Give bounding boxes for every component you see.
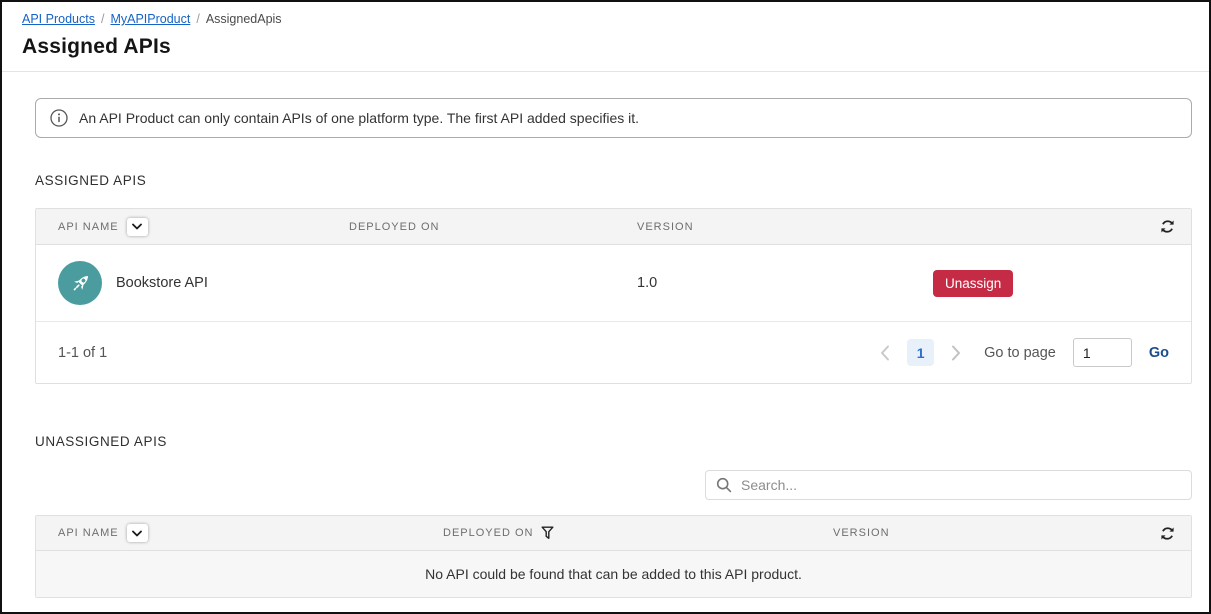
column-header-deployed-on: DEPLOYED ON [443, 526, 833, 540]
unassigned-table-header: API NAME DEPLOYED ON VERSION [36, 516, 1191, 551]
unassign-button[interactable]: Unassign [933, 270, 1013, 297]
page-title: Assigned APIs [22, 35, 1189, 71]
search-icon [716, 477, 732, 493]
page-header: API Products / MyAPIProduct / AssignedAp… [2, 2, 1209, 71]
breadcrumb-link-myapiproduct[interactable]: MyAPIProduct [110, 12, 190, 26]
breadcrumb-separator: / [101, 12, 104, 26]
sort-api-name-button[interactable] [127, 524, 148, 542]
section-title-assigned: ASSIGNED APIS [35, 173, 1192, 188]
next-page-button[interactable] [951, 345, 961, 361]
go-to-page-input[interactable] [1073, 338, 1132, 367]
breadcrumb-link-api-products[interactable]: API Products [22, 12, 95, 26]
chevron-down-icon [132, 530, 142, 537]
main-content: An API Product can only contain APIs of … [2, 98, 1209, 598]
column-label-version: VERSION [833, 527, 890, 539]
chevron-down-icon [132, 223, 142, 230]
chevron-left-icon [880, 345, 890, 361]
api-avatar [58, 261, 102, 305]
column-label-api-name: API NAME [58, 221, 119, 233]
assigned-table-header: API NAME DEPLOYED ON VERSION [36, 209, 1191, 245]
sort-api-name-button[interactable] [127, 218, 148, 236]
search-box[interactable] [705, 470, 1192, 500]
breadcrumb-separator: / [196, 12, 199, 26]
column-label-api-name: API NAME [58, 527, 119, 539]
empty-state-message: No API could be found that can be added … [36, 551, 1191, 597]
pager-controls: 1 Go to page Go [880, 338, 1169, 367]
info-banner-text: An API Product can only contain APIs of … [79, 110, 639, 126]
assigned-apis-table: API NAME DEPLOYED ON VERSION [35, 208, 1192, 384]
filter-deployed-on-button[interactable] [541, 526, 554, 540]
previous-page-button[interactable] [880, 345, 890, 361]
page-number-button[interactable]: 1 [907, 339, 934, 366]
column-header-actions [933, 219, 1191, 234]
cell-version: 1.0 [637, 275, 933, 291]
chevron-right-icon [951, 345, 961, 361]
go-to-page-label: Go to page [984, 345, 1056, 361]
refresh-button[interactable] [1160, 526, 1175, 541]
column-label-deployed-on: DEPLOYED ON [349, 221, 439, 233]
breadcrumb-current: AssignedApis [206, 12, 282, 26]
column-label-deployed-on: DEPLOYED ON [443, 527, 533, 539]
unassigned-apis-table: API NAME DEPLOYED ON VERSION [35, 515, 1192, 598]
info-icon [50, 109, 68, 127]
cell-action: Unassign [933, 270, 1191, 297]
column-header-version: VERSION [637, 221, 933, 233]
go-button[interactable]: Go [1149, 345, 1169, 361]
table-row: Bookstore API 1.0 Unassign [36, 245, 1191, 322]
pagination-range-label: 1-1 of 1 [58, 345, 107, 361]
search-input[interactable] [741, 477, 1181, 493]
search-row [35, 470, 1192, 500]
column-header-api-name: API NAME [36, 524, 443, 542]
api-name-text: Bookstore API [116, 275, 208, 291]
filter-icon [541, 526, 554, 540]
breadcrumb: API Products / MyAPIProduct / AssignedAp… [22, 12, 1189, 26]
column-header-version-actions: VERSION [833, 526, 1191, 541]
rocket-icon [67, 270, 94, 297]
refresh-icon [1160, 219, 1175, 234]
refresh-icon [1160, 526, 1175, 541]
info-banner: An API Product can only contain APIs of … [35, 98, 1192, 138]
column-header-api-name: API NAME [36, 218, 349, 236]
cell-api-name: Bookstore API [36, 261, 349, 305]
column-label-version: VERSION [637, 221, 694, 233]
pagination: 1-1 of 1 1 Go to page Go [36, 322, 1191, 383]
refresh-button[interactable] [1160, 219, 1175, 234]
section-title-unassigned: UNASSIGNED APIS [35, 434, 1192, 449]
column-header-deployed-on: DEPLOYED ON [349, 221, 637, 233]
header-divider [2, 71, 1209, 72]
